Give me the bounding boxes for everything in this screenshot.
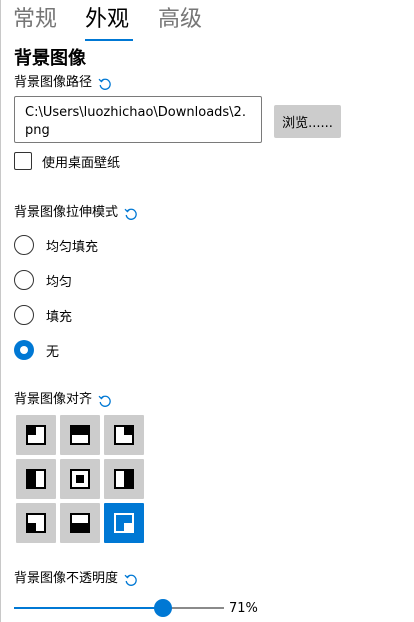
align-left-icon [26, 469, 46, 489]
align-top-right-button[interactable] [104, 415, 144, 455]
active-tab-indicator [85, 39, 133, 41]
align-bottom-left-icon [26, 513, 46, 533]
radio-uniform-fill[interactable]: 均匀填充 [14, 235, 98, 255]
radio-fill[interactable]: 填充 [14, 305, 72, 325]
alignment-grid [16, 415, 144, 543]
stretch-mode-label-row: 背景图像拉伸模式 [14, 203, 138, 223]
align-right-button[interactable] [104, 459, 144, 499]
desktop-wallpaper-checkbox[interactable] [14, 152, 32, 170]
reset-icon[interactable] [124, 572, 138, 586]
alignment-label: 背景图像对齐 [14, 392, 93, 407]
align-top-button[interactable] [60, 415, 100, 455]
browse-button[interactable]: 浏览...... [274, 105, 341, 138]
radio-button[interactable] [14, 305, 34, 325]
radio-button[interactable] [14, 235, 34, 255]
align-bottom-button[interactable] [60, 503, 100, 543]
reset-icon[interactable] [98, 393, 112, 407]
opacity-value: 71% [229, 601, 258, 616]
window-left-edge [0, 0, 1, 622]
opacity-slider[interactable] [14, 598, 224, 618]
radio-button-checked[interactable] [14, 340, 34, 360]
radio-uniform[interactable]: 均匀 [14, 270, 72, 290]
align-top-icon [70, 425, 90, 445]
reset-icon[interactable] [124, 206, 138, 220]
tab-appearance[interactable]: 外观 [85, 4, 129, 36]
align-center-button[interactable] [60, 459, 100, 499]
slider-fill [14, 607, 163, 609]
section-title: 背景图像 [14, 48, 86, 69]
align-left-button[interactable] [16, 459, 56, 499]
radio-label: 均匀填充 [46, 239, 99, 255]
radio-label: 填充 [46, 309, 73, 325]
opacity-label: 背景图像不透明度 [14, 571, 119, 586]
desktop-wallpaper-checkbox-row[interactable]: 使用桌面壁纸 [14, 151, 120, 171]
align-bottom-right-button[interactable] [104, 503, 144, 543]
stretch-mode-label: 背景图像拉伸模式 [14, 205, 119, 220]
radio-label: 无 [46, 344, 60, 360]
opacity-label-row: 背景图像不透明度 [14, 569, 138, 589]
align-center-icon [70, 469, 90, 489]
tab-advanced[interactable]: 高级 [158, 4, 202, 36]
path-label-row: 背景图像路径 [14, 73, 112, 93]
alignment-label-row: 背景图像对齐 [14, 390, 112, 410]
radio-none[interactable]: 无 [14, 340, 59, 360]
tab-general[interactable]: 常规 [13, 4, 57, 36]
align-top-right-icon [114, 425, 134, 445]
path-label: 背景图像路径 [14, 75, 93, 90]
reset-icon[interactable] [98, 76, 112, 90]
background-path-input[interactable]: C:\Users\luozhichao\Downloads\2.png [14, 96, 262, 143]
align-top-left-button[interactable] [16, 415, 56, 455]
align-top-left-icon [26, 425, 46, 445]
align-bottom-right-icon [114, 513, 134, 533]
desktop-wallpaper-label: 使用桌面壁纸 [42, 155, 121, 171]
align-right-icon [114, 469, 134, 489]
align-bottom-left-button[interactable] [16, 503, 56, 543]
radio-button[interactable] [14, 270, 34, 290]
slider-thumb[interactable] [154, 599, 172, 617]
radio-label: 均匀 [46, 274, 73, 290]
align-bottom-icon [70, 513, 90, 533]
